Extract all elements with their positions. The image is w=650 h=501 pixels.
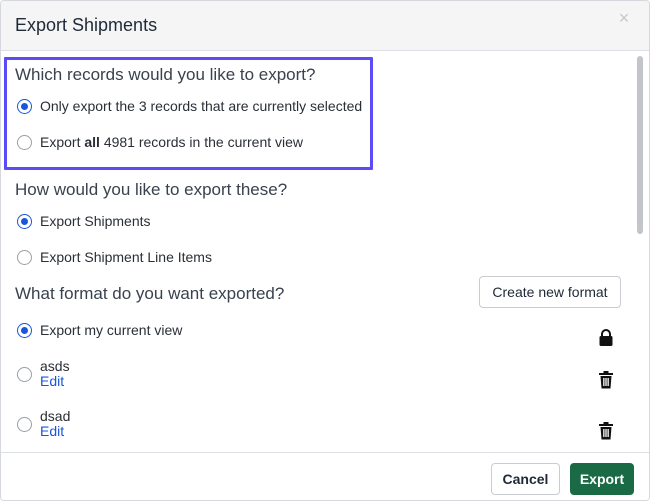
radio-button-checked[interactable] [17, 213, 32, 229]
radio-button-checked[interactable] [17, 322, 32, 338]
close-icon[interactable]: × [617, 9, 631, 27]
lock-icon [599, 329, 613, 346]
format-section-title: What format do you want exported? [15, 284, 285, 303]
trash-icon[interactable] [598, 422, 614, 440]
radio-label-suffix: 4981 records in the current view [99, 134, 304, 150]
radio-label-bold: all [84, 134, 100, 150]
radio-format-dsad[interactable] [17, 417, 32, 432]
modal-header: Export Shipments × [1, 1, 649, 51]
edit-format-link[interactable]: Edit [40, 423, 64, 439]
cancel-button[interactable]: Cancel [491, 463, 560, 495]
radio-button[interactable] [17, 249, 32, 265]
radio-only-selected-records[interactable]: Only export the 3 records that are curre… [17, 98, 362, 114]
export-button[interactable]: Export [570, 463, 634, 495]
export-shipments-modal: Export Shipments × Which records would y… [0, 0, 650, 501]
create-new-format-button[interactable]: Create new format [479, 276, 621, 308]
modal-body[interactable]: Which records would you like to export? … [1, 52, 649, 452]
trash-icon[interactable] [598, 371, 614, 389]
vertical-scrollbar[interactable] [635, 52, 647, 452]
radio-label-prefix: Export [40, 134, 85, 150]
edit-format-link[interactable]: Edit [40, 373, 64, 389]
radio-export-shipments[interactable]: Export Shipments [17, 213, 151, 229]
radio-export-current-view[interactable]: Export my current view [17, 322, 182, 338]
radio-label: Export Shipment Line Items [40, 249, 212, 265]
records-section-title: Which records would you like to export? [15, 65, 316, 84]
radio-label: Export Shipments [40, 213, 151, 229]
radio-button-checked[interactable] [17, 98, 32, 114]
radio-format-asds[interactable] [17, 367, 32, 382]
radio-label: Export my current view [40, 322, 183, 338]
modal-title: Export Shipments [15, 15, 158, 35]
radio-export-shipment-line-items[interactable]: Export Shipment Line Items [17, 249, 212, 265]
export-type-section-title: How would you like to export these? [15, 180, 288, 199]
format-name: dsad [40, 408, 71, 424]
radio-button[interactable] [17, 134, 32, 150]
radio-export-all-records[interactable]: Export all 4981 records in the current v… [17, 134, 303, 150]
radio-label: Export all 4981 records in the current v… [40, 134, 303, 150]
modal-footer: Cancel Export [1, 452, 649, 500]
scrollbar-thumb[interactable] [637, 56, 643, 234]
radio-label: Only export the 3 records that are curre… [40, 98, 363, 114]
format-name: asds [40, 358, 70, 374]
